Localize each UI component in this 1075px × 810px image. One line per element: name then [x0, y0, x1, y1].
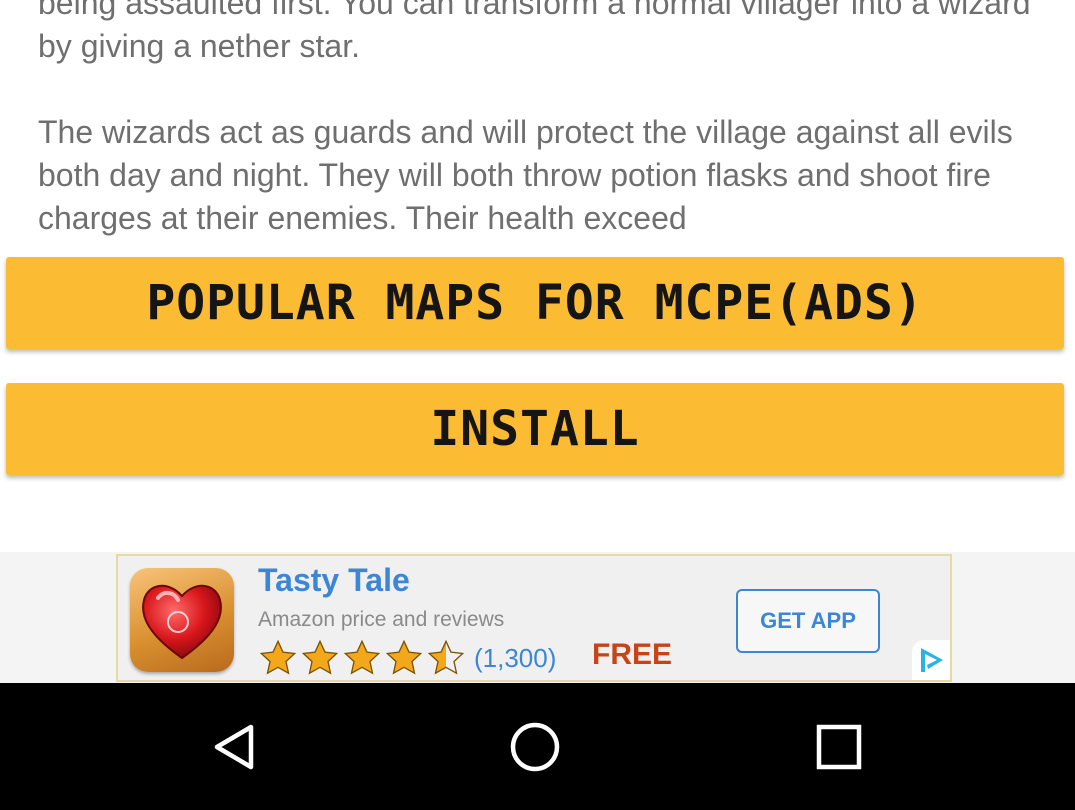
description-paragraph-2: The wizards act as guards and will prote… [38, 114, 1013, 236]
system-navigation-bar [0, 683, 1075, 810]
rating-count: (1,300) [474, 642, 557, 673]
description-text: being assaulted first. You can transform… [38, 0, 1048, 240]
half-star-icon [427, 639, 465, 675]
description-paragraph-1: being assaulted first. You can transform… [38, 0, 1031, 64]
get-app-button[interactable]: GET APP [736, 589, 880, 653]
heart-chocolate-box-icon[interactable] [130, 568, 234, 672]
ad-banner[interactable]: Tasty Tale Amazon price and reviews (1,3… [116, 554, 952, 682]
home-circle-icon[interactable] [490, 705, 580, 789]
popular-maps-button[interactable]: POPULAR MAPS FOR MCPE(ADS) [6, 257, 1064, 349]
star-icon [301, 639, 339, 675]
ad-subtitle: Amazon price and reviews [258, 608, 505, 631]
star-icon [343, 639, 381, 675]
star-icon [259, 639, 297, 675]
recents-square-icon[interactable] [794, 705, 884, 789]
ad-price: FREE [592, 638, 673, 671]
ad-app-title[interactable]: Tasty Tale [258, 562, 410, 599]
rating-stars: (1,300) [258, 638, 556, 678]
ad-strip: Tasty Tale Amazon price and reviews (1,3… [0, 552, 1075, 683]
star-icon [385, 639, 423, 675]
adchoices-icon[interactable] [912, 640, 950, 680]
back-triangle-icon[interactable] [190, 705, 280, 789]
install-button[interactable]: INSTALL [6, 383, 1064, 475]
